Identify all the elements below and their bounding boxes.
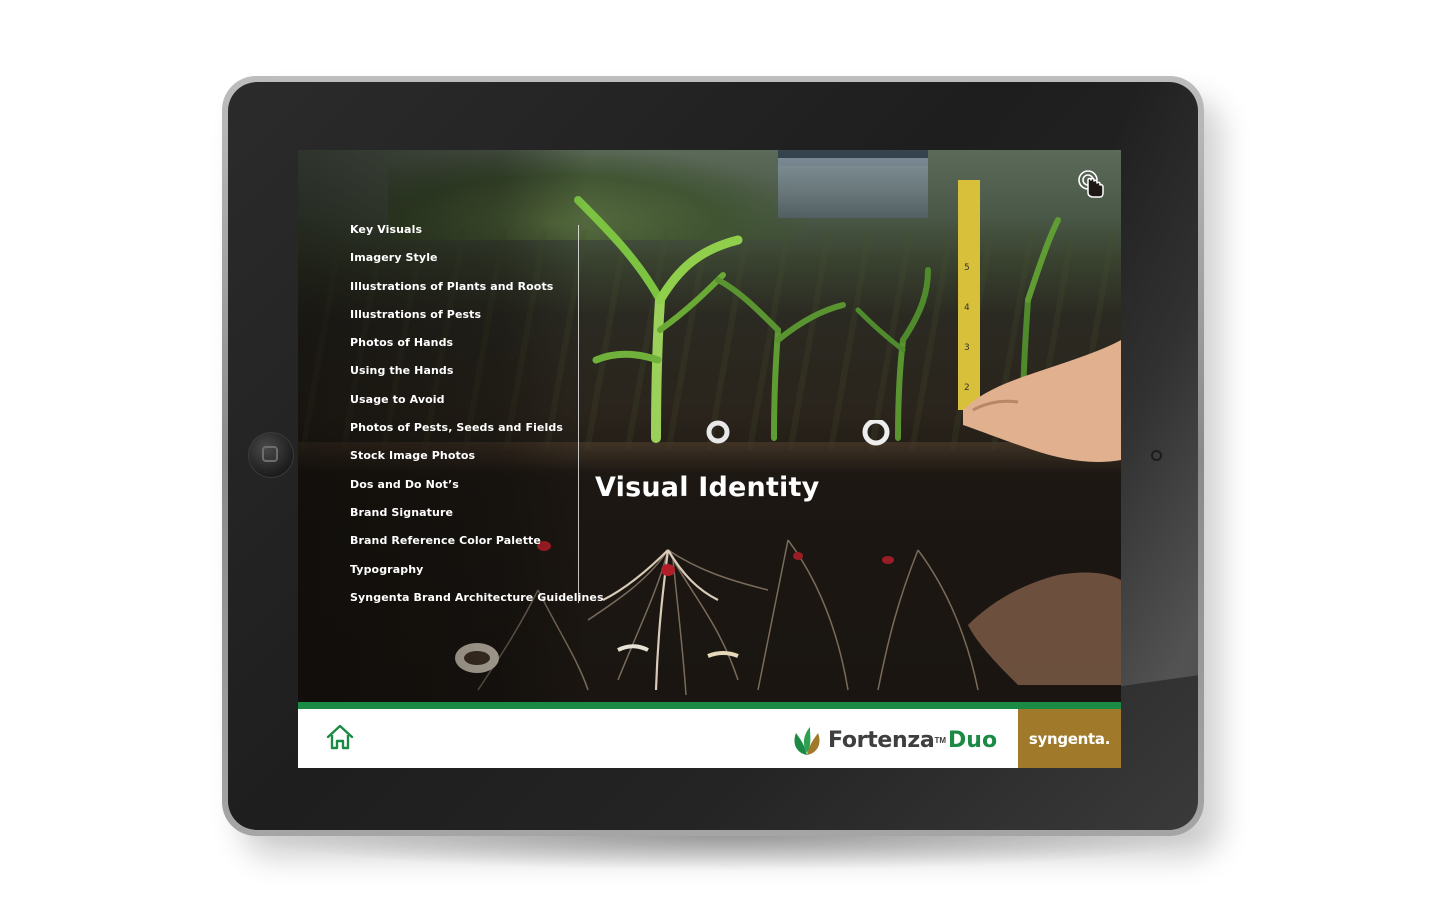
menu-item-usage-to-avoid[interactable]: Usage to Avoid — [350, 392, 604, 420]
menu-item-photos-pests-seeds-fields[interactable]: Photos of Pests, Seeds and Fields — [350, 420, 604, 448]
menu-item-illustrations-pests[interactable]: Illustrations of Pests — [350, 307, 604, 335]
page-title: Visual Identity — [595, 472, 820, 503]
footer-accent-bar — [298, 702, 1121, 709]
touch-gesture-icon[interactable] — [1076, 169, 1106, 199]
menu-item-using-hands[interactable]: Using the Hands — [350, 363, 604, 391]
trademark-mark: TM — [934, 735, 947, 745]
menu-item-brand-color-palette[interactable]: Brand Reference Color Palette — [350, 533, 604, 561]
hand-photo — [963, 340, 1121, 462]
menu-item-illustrations-plants-roots[interactable]: Illustrations of Plants and Roots — [350, 279, 604, 307]
menu-item-imagery-style[interactable]: Imagery Style — [350, 250, 604, 278]
menu-divider — [578, 225, 579, 603]
square-icon — [262, 446, 278, 462]
fortenza-wordmark: Fortenza — [828, 727, 935, 753]
duo-wordmark: Duo — [948, 727, 998, 753]
hand-photo — [968, 572, 1121, 685]
menu-item-dos-and-donts[interactable]: Dos and Do Not’s — [350, 477, 604, 505]
svg-text:5: 5 — [964, 263, 970, 273]
fortenza-leaf-icon — [794, 727, 820, 755]
syngenta-wordmark: syngenta. — [1028, 729, 1111, 748]
footer-bar: Fortenza TM Duo syngenta. — [298, 709, 1121, 768]
home-icon[interactable] — [325, 722, 355, 752]
syngenta-logo: syngenta. — [1018, 709, 1121, 768]
fortenza-duo-logo: Fortenza TM Duo — [790, 720, 997, 760]
menu-item-photos-hands[interactable]: Photos of Hands — [350, 335, 604, 363]
menu-item-typography[interactable]: Typography — [350, 562, 604, 590]
svg-text:4: 4 — [964, 303, 970, 313]
menu-item-stock-image-photos[interactable]: Stock Image Photos — [350, 448, 604, 476]
app-screen: 5432 Key Visuals Imagery Style Illustrat… — [298, 150, 1121, 768]
menu-item-brand-signature[interactable]: Brand Signature — [350, 505, 604, 533]
section-menu: Key Visuals Imagery Style Illustrations … — [350, 222, 604, 618]
hardware-home-button[interactable] — [248, 432, 294, 478]
menu-item-brand-architecture[interactable]: Syngenta Brand Architecture Guidelines — [350, 590, 604, 618]
menu-item-key-visuals[interactable]: Key Visuals — [350, 222, 604, 250]
camera-lens — [1151, 450, 1162, 461]
grub-illustration — [706, 420, 890, 446]
